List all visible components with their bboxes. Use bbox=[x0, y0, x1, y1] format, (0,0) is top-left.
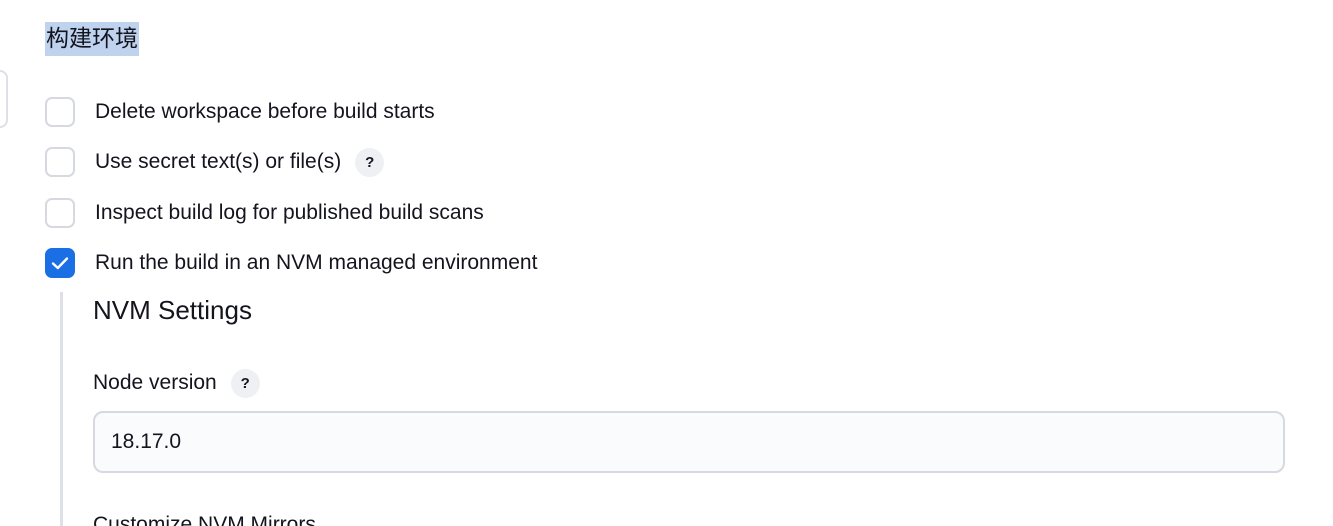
node-version-label: Node version bbox=[93, 371, 217, 394]
node-version-input[interactable] bbox=[93, 411, 1285, 473]
option-label: Run the build in an NVM managed environm… bbox=[95, 251, 538, 274]
option-nvm-environment[interactable]: Run the build in an NVM managed environm… bbox=[45, 246, 537, 280]
nested-section-rule bbox=[60, 292, 63, 526]
customize-mirrors-label: Customize NVM Mirrors bbox=[93, 513, 316, 526]
check-icon bbox=[51, 257, 69, 270]
option-delete-workspace[interactable]: Delete workspace before build starts bbox=[45, 95, 435, 129]
help-icon[interactable]: ? bbox=[355, 147, 385, 177]
option-label: Use secret text(s) or file(s) bbox=[95, 150, 342, 173]
nvm-settings-title: NVM Settings bbox=[93, 295, 252, 325]
option-label: Inspect build log for published build sc… bbox=[95, 201, 484, 224]
section-title: 构建环境 bbox=[45, 22, 139, 56]
option-label: Delete workspace before build starts bbox=[95, 100, 435, 123]
secret-text-checkbox[interactable] bbox=[45, 147, 75, 177]
option-inspect-build-log[interactable]: Inspect build log for published build sc… bbox=[45, 196, 484, 230]
side-panel-tab[interactable] bbox=[0, 70, 8, 128]
inspect-build-log-checkbox[interactable] bbox=[45, 198, 75, 228]
help-icon[interactable]: ? bbox=[230, 368, 260, 398]
delete-workspace-checkbox[interactable] bbox=[45, 97, 75, 127]
nvm-environment-checkbox[interactable] bbox=[45, 248, 75, 278]
option-secret-text[interactable]: Use secret text(s) or file(s) ? bbox=[45, 145, 385, 179]
build-environment-page: 构建环境 Delete workspace before build start… bbox=[0, 0, 1333, 526]
node-version-label-row: Node version ? bbox=[93, 367, 260, 399]
